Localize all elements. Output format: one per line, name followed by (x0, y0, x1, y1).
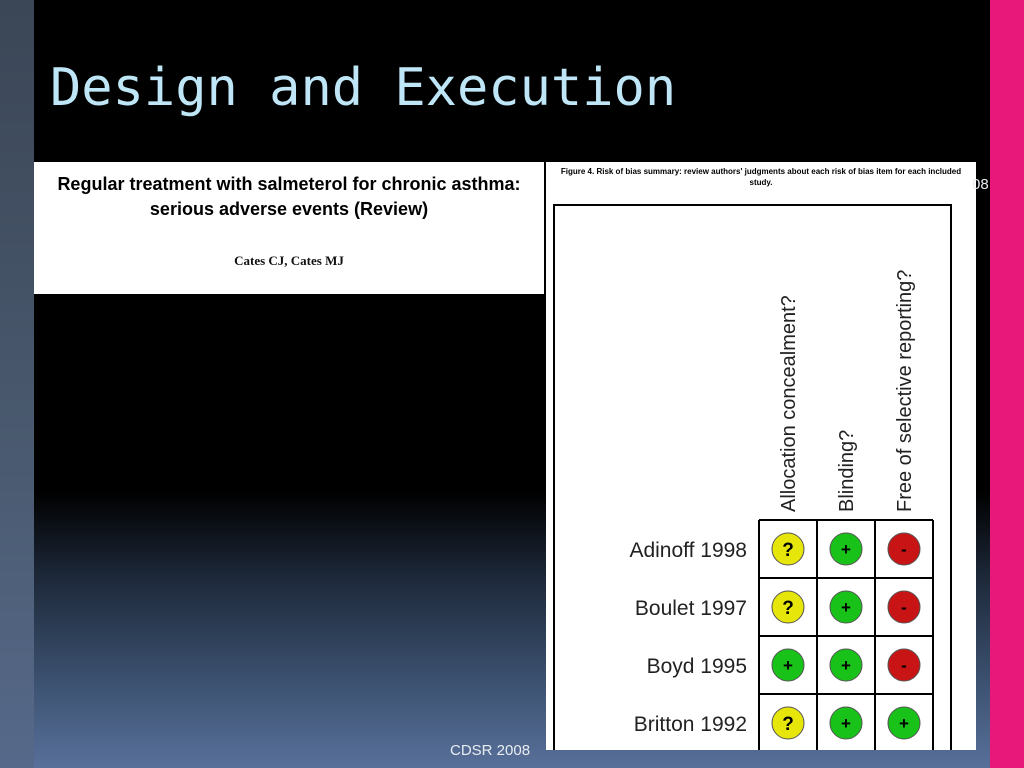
judgment-symbol: - (901, 540, 907, 559)
study-label: Boyd 1995 (647, 655, 747, 678)
right-decor-stripe (990, 0, 1024, 768)
judgment-symbol: ? (782, 598, 794, 619)
slide-title: Design and Execution (50, 58, 677, 118)
slide-number: 08 (972, 176, 989, 193)
judgment-symbol: + (899, 714, 909, 733)
column-header: Free of selective reporting? (894, 270, 916, 512)
study-label: Britton 1992 (634, 713, 747, 736)
slide-footer: CDSR 2008 (450, 742, 531, 759)
judgment-symbol: + (841, 714, 851, 733)
judgment-symbol: + (841, 540, 851, 559)
judgment-symbol: + (841, 656, 851, 675)
slide: Design and Execution Regular treatment w… (34, 0, 990, 768)
study-label: Boulet 1997 (635, 597, 747, 620)
judgment-symbol: - (901, 656, 907, 675)
left-decor-stripe (0, 0, 34, 768)
figure-caption: Figure 4. Risk of bias summary: review a… (560, 167, 962, 187)
judgment-symbol: ? (782, 714, 794, 735)
column-header: Allocation concealment? (778, 295, 800, 512)
study-label: Adinoff 1998 (629, 539, 747, 562)
judgment-symbol: ? (782, 540, 794, 561)
judgment-symbol: - (901, 598, 907, 617)
column-header: Blinding? (836, 430, 858, 512)
judgment-symbol: + (841, 598, 851, 617)
review-title-card: Regular treatment with salmeterol for ch… (34, 162, 544, 294)
risk-of-bias-table: Allocation concealment? Blinding? Free of … (553, 204, 952, 750)
judgment-symbol: + (783, 656, 793, 675)
review-title: Regular treatment with salmeterol for ch… (57, 174, 521, 219)
risk-of-bias-figure: Figure 4. Risk of bias summary: review a… (546, 162, 976, 750)
review-authors: Cates CJ, Cates MJ (234, 253, 344, 268)
